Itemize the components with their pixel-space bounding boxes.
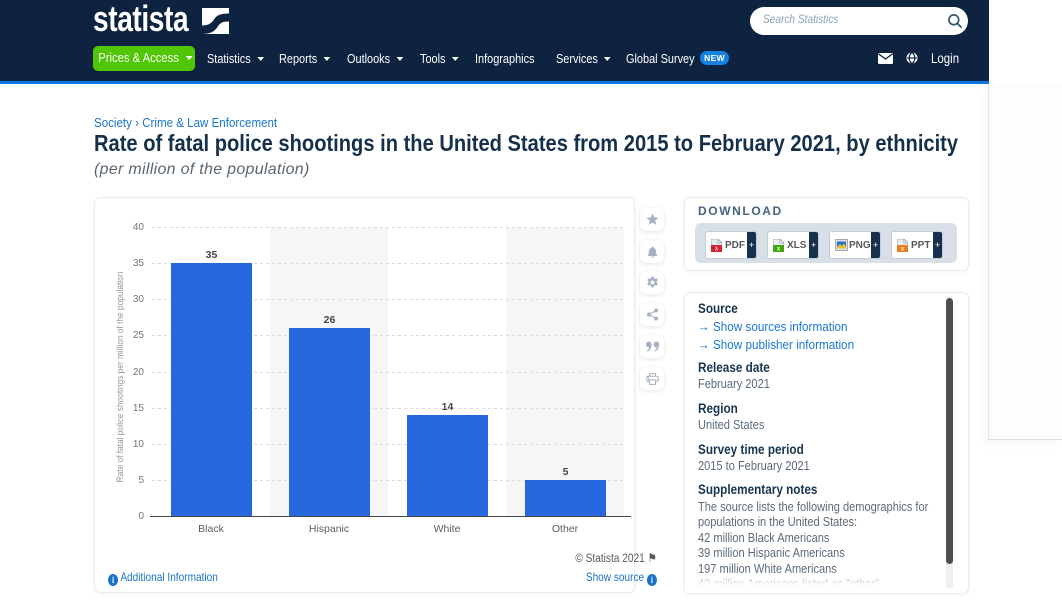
svg-text:λ: λ: [715, 246, 718, 252]
